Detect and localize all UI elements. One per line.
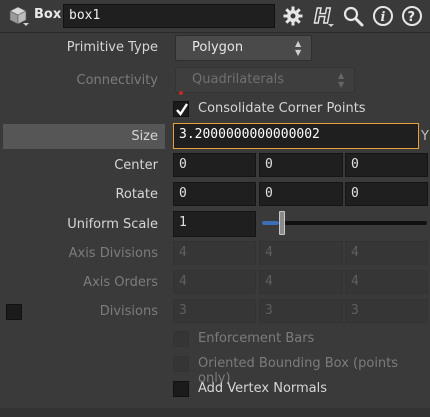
warning-dot [179,91,183,95]
node-type-label: Box [34,7,62,22]
axis-divisions-x-input[interactable]: 4 [173,241,256,265]
oriented-bbox-checkbox[interactable] [173,356,189,372]
primitive-type-label: Primitive Type [66,40,158,55]
svg-text:i: i [381,10,386,25]
search-icon[interactable] [340,3,366,29]
uniform-scale-slider-track[interactable] [262,221,427,225]
vertex-normals-checkbox[interactable] [173,381,189,397]
uniform-scale-slider-handle[interactable] [279,211,285,235]
uniform-scale-label: Uniform Scale [67,217,158,232]
center-z-input[interactable]: 0 [345,153,428,177]
checkmark-icon [176,103,189,116]
size-input[interactable]: 3.2000000000000002 [173,123,419,149]
axis-divisions-label: Axis Divisions [68,246,158,261]
axis-divisions-z-input[interactable]: 4 [345,241,428,265]
primitive-type-value: Polygon [192,40,244,55]
center-label: Center [114,158,158,173]
gear-icon[interactable] [280,3,306,29]
divisions-z-input[interactable]: 3 [345,299,428,323]
axis-orders-label: Axis Orders [83,275,158,290]
center-y-input[interactable]: 0 [259,153,343,177]
connectivity-value: Quadrilaterals [192,72,285,87]
connectivity-menu[interactable]: Quadrilaterals ▲ ▼ [175,67,355,93]
divisions-x-input[interactable]: 3 [173,299,256,323]
bottom-bar [0,408,430,417]
info-icon[interactable]: i [370,3,396,29]
size-label: Size [131,129,158,144]
rotate-label: Rotate [115,187,158,202]
box-icon[interactable] [6,5,30,27]
divisions-label: Divisions [99,304,158,319]
node-name-input[interactable]: box1 [63,4,275,28]
uniform-scale-input[interactable]: 1 [173,211,256,237]
axis-orders-x-input[interactable]: 4 [173,270,256,294]
menu-arrows-icon: ▲ ▼ [338,71,345,89]
consolidate-checkbox[interactable] [173,101,189,117]
rotate-z-input[interactable]: 0 [345,182,428,206]
primitive-type-menu[interactable]: Polygon ▲ ▼ [175,35,312,61]
size-axis-suffix: Y [421,129,429,144]
menu-arrows-icon: ▲ ▼ [295,39,302,57]
axis-orders-y-input[interactable]: 4 [259,270,343,294]
axis-orders-z-input[interactable]: 4 [345,270,428,294]
rotate-x-input[interactable]: 0 [173,182,256,206]
rotate-y-input[interactable]: 0 [259,182,343,206]
enforcement-bars-label: Enforcement Bars [198,331,315,346]
uniform-scale-slider-fill [262,221,279,225]
help-h-icon[interactable]: H [310,3,336,29]
connectivity-label: Connectivity [76,73,158,88]
question-icon[interactable]: ? [399,3,425,29]
axis-divisions-y-input[interactable]: 4 [259,241,343,265]
svg-text:?: ? [408,10,416,25]
enforcement-bars-checkbox[interactable] [173,331,189,347]
consolidate-label: Consolidate Corner Points [198,101,366,116]
vertex-normals-label: Add Vertex Normals [198,381,328,396]
divisions-y-input[interactable]: 3 [259,299,343,323]
center-x-input[interactable]: 0 [173,153,256,177]
